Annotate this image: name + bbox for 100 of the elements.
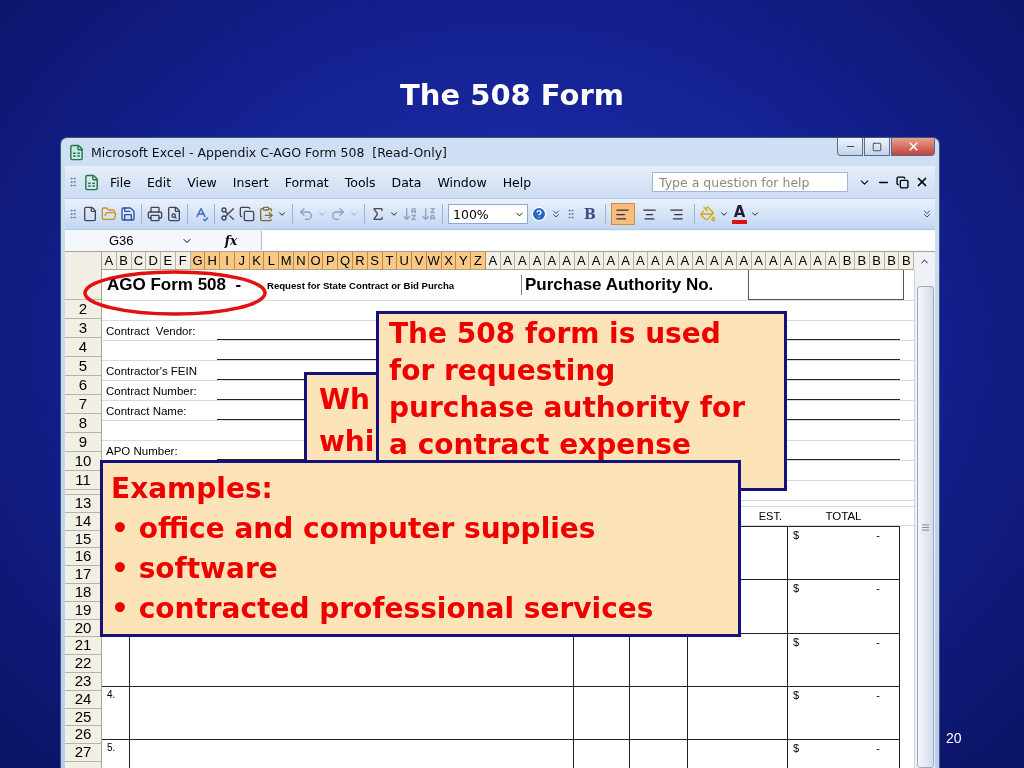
column-header[interactable]: U (397, 252, 413, 270)
spreadsheet-icon (68, 143, 85, 161)
row-header[interactable]: 23 (65, 672, 101, 691)
callout-text: Wh whi (319, 382, 375, 460)
bold-button[interactable]: B (580, 206, 600, 222)
row-header[interactable]: 24 (65, 690, 101, 709)
close-icon[interactable] (915, 175, 929, 189)
column-header[interactable]: M (279, 252, 294, 270)
print-icon[interactable] (147, 206, 163, 222)
function-label[interactable]: fx (201, 233, 261, 248)
help-search-field[interactable]: Type a question for help (652, 172, 848, 192)
field-label: Contractor's FEIN (105, 364, 199, 377)
zoom-dropdown[interactable]: 100% (448, 204, 528, 224)
column-header[interactable]: A (589, 252, 605, 270)
copy-icon[interactable] (239, 206, 255, 222)
toolbar-options-icon[interactable] (921, 208, 933, 220)
sum-icon[interactable] (370, 206, 386, 222)
row-header[interactable]: 4 (65, 338, 101, 357)
page-number: 20 (946, 730, 962, 746)
column-header[interactable]: H (205, 252, 221, 270)
column-header[interactable]: Y (456, 252, 472, 270)
restore-icon[interactable] (896, 175, 909, 189)
currency-symbol: $ (793, 688, 800, 701)
scrollbar-thumb[interactable] (916, 286, 934, 768)
row-header[interactable]: 2 (65, 300, 101, 319)
menu-item[interactable]: Window (431, 172, 493, 192)
column-header[interactable]: A (663, 252, 678, 270)
row-header[interactable]: 5 (65, 357, 101, 376)
menu-item[interactable]: Format (278, 172, 335, 192)
maximize-button[interactable] (864, 138, 890, 156)
dropdown-icon[interactable] (277, 209, 287, 219)
bullet-item: • office and computer supplies (111, 511, 597, 547)
row-header[interactable]: 7 (65, 395, 101, 414)
column-header[interactable]: A (722, 252, 737, 270)
authority-number-field[interactable] (748, 270, 904, 300)
column-header[interactable]: P (323, 252, 339, 270)
dropdown-icon[interactable] (718, 209, 729, 219)
column-header[interactable]: Z (471, 252, 486, 270)
help-icon[interactable] (531, 206, 547, 222)
save-icon[interactable] (120, 206, 136, 222)
paste-icon[interactable] (258, 206, 274, 222)
authority-label: Purchase Authority No. (521, 275, 748, 295)
column-header[interactable]: A (530, 252, 545, 270)
formula-field[interactable] (261, 231, 935, 250)
menu-item[interactable]: Edit (140, 172, 178, 192)
total-value: - (876, 742, 880, 755)
column-header[interactable]: D (146, 252, 162, 270)
menu-item[interactable]: View (181, 172, 223, 192)
column-header[interactable]: V (412, 252, 427, 270)
row-header[interactable]: 22 (65, 655, 101, 673)
name-box[interactable]: G36 (65, 231, 201, 250)
callout-text: The 508 form is used for requesting purchase authority for a contract expense (389, 316, 745, 463)
align-icon (669, 206, 685, 222)
column-header[interactable]: L (264, 252, 280, 270)
column-header[interactable]: E (161, 252, 176, 270)
new-file-icon[interactable] (82, 206, 98, 222)
column-header[interactable]: B (840, 252, 856, 270)
close-button[interactable] (891, 138, 935, 156)
row-header[interactable]: 27 (65, 744, 101, 762)
column-header[interactable]: I (220, 252, 235, 270)
column-header[interactable]: A (707, 252, 723, 270)
menu-item[interactable]: File (104, 172, 137, 192)
menu-item[interactable]: Data (385, 172, 428, 192)
row-header[interactable]: 3 (65, 319, 101, 338)
menu-item[interactable]: Help (496, 172, 538, 192)
column-header[interactable]: B (855, 252, 870, 270)
item-number: 4. (107, 688, 116, 700)
column-header[interactable]: A (766, 252, 782, 270)
column-header[interactable]: A (515, 252, 531, 270)
fill-color-icon[interactable] (699, 206, 716, 222)
column-header[interactable]: R (353, 252, 368, 270)
menu-item[interactable]: Tools (338, 172, 382, 192)
align-icon (642, 206, 658, 222)
bullet-item: • software (111, 551, 279, 587)
dropdown-icon[interactable] (389, 209, 399, 219)
item-number: 5. (107, 742, 116, 754)
column-header[interactable]: Q (338, 252, 353, 270)
toolbar-options-icon[interactable] (550, 208, 562, 220)
row-header[interactable]: 21 (65, 637, 101, 656)
column-header[interactable]: B (899, 252, 914, 270)
row-header[interactable]: 25 (65, 708, 101, 727)
column-header[interactable]: A (604, 252, 619, 270)
row-header[interactable]: 9 (65, 433, 101, 452)
field-label: Contract Number: (105, 384, 198, 397)
font-color-button[interactable]: A (731, 204, 748, 224)
menu-item[interactable]: Insert (226, 172, 275, 192)
print-preview-icon[interactable] (166, 206, 182, 222)
cut-icon[interactable] (220, 206, 236, 222)
row-header[interactable]: 6 (65, 376, 101, 395)
dropdown-icon[interactable] (750, 209, 761, 219)
column-header[interactable]: A (781, 252, 796, 270)
column-header[interactable]: A (102, 252, 117, 270)
spreadsheet-icon[interactable] (83, 173, 100, 191)
field-label: APO Number: (105, 444, 179, 457)
row-header[interactable]: 8 (65, 414, 101, 433)
row-header[interactable]: 26 (65, 726, 101, 745)
minimize-button[interactable] (837, 138, 863, 156)
spell-check-icon[interactable] (193, 206, 209, 222)
column-header[interactable]: A (648, 252, 664, 270)
align-button[interactable] (610, 203, 635, 225)
